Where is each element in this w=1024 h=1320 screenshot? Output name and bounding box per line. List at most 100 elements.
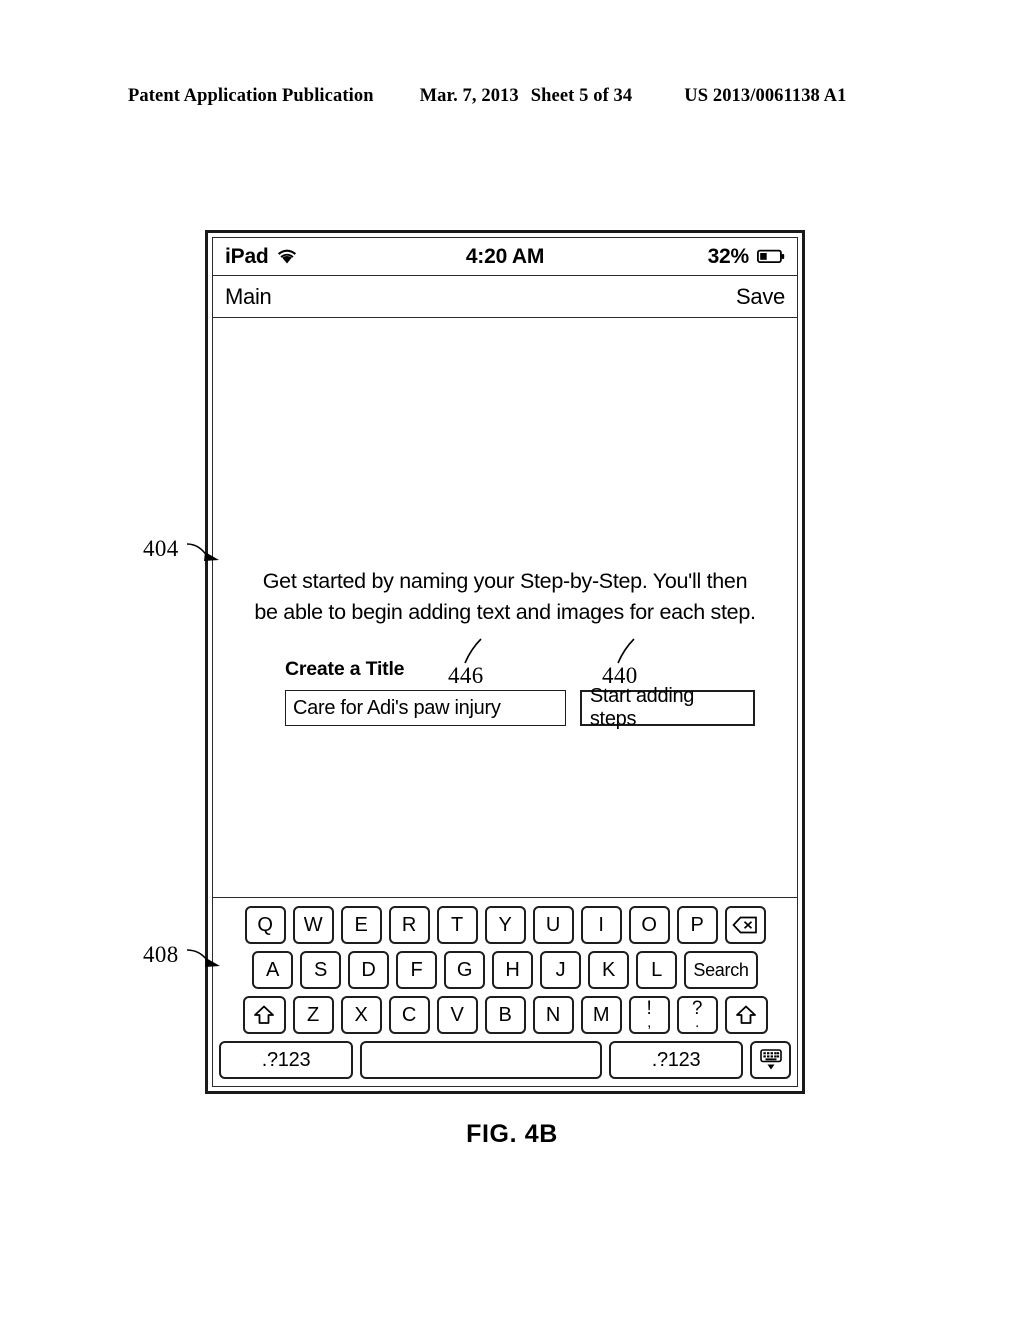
key-s-label: S	[313, 958, 328, 981]
key-y[interactable]: Y	[484, 906, 526, 944]
key-z[interactable]: Z	[292, 996, 334, 1034]
key-o-label: O	[641, 913, 657, 936]
key-space[interactable]	[360, 1041, 602, 1079]
key-e[interactable]: E	[340, 906, 382, 944]
key-search-label: Search	[693, 959, 749, 980]
key-m[interactable]: M	[580, 996, 622, 1034]
reference-numeral-446: 446	[448, 663, 484, 688]
key-y-label: Y	[498, 913, 512, 936]
key-q[interactable]: Q	[244, 906, 286, 944]
key-j-label: J	[555, 958, 566, 981]
key-u[interactable]: U	[532, 906, 574, 944]
key-r-label: R	[401, 913, 417, 936]
key-x-label: X	[354, 1003, 368, 1026]
reference-numeral-440: 440	[602, 663, 638, 688]
key-numeric-right[interactable]: .?123	[609, 1041, 743, 1079]
key-question-period-secondary: .	[695, 1013, 699, 1031]
key-exclamation-comma-secondary: ,	[647, 1013, 651, 1031]
key-question-period[interactable]: ?.	[676, 996, 718, 1034]
shift-icon-right[interactable]	[724, 996, 768, 1034]
patent-sheet-label: Sheet 5 of 34	[530, 86, 633, 106]
key-i[interactable]: I	[580, 906, 622, 944]
key-n-label: N	[545, 1003, 561, 1026]
patent-number-label: US 2013/0061138 A1	[684, 86, 847, 106]
battery-icon	[757, 249, 785, 264]
back-button-main[interactable]: Main	[225, 284, 272, 310]
key-c[interactable]: C	[388, 996, 430, 1034]
content-area: Get started by naming your Step-by-Step.…	[213, 318, 797, 898]
key-g[interactable]: G	[444, 951, 485, 989]
reference-numeral-408: 408	[143, 942, 179, 967]
battery-percent-label: 32%	[707, 244, 750, 268]
intro-instructions: Get started by naming your Step-by-Step.…	[213, 566, 797, 628]
key-t-label: T	[451, 913, 463, 936]
create-title-label: Create a Title	[285, 658, 405, 680]
keyboard-row-3: Z X C V B N M!,?.	[219, 996, 791, 1034]
key-numeric-right-label: .?123	[651, 1048, 701, 1071]
key-j[interactable]: J	[540, 951, 581, 989]
key-numeric-left-label: .?123	[261, 1048, 311, 1071]
key-u-label: U	[545, 913, 561, 936]
device-screen: iPad 4:20 AM 32% Main Save Get started b…	[212, 237, 798, 1087]
status-bar: iPad 4:20 AM 32%	[213, 238, 797, 276]
keyboard-row-2: A S D F G H J K L Search	[219, 951, 791, 989]
status-bar-left: iPad	[225, 245, 298, 269]
key-w[interactable]: W	[292, 906, 334, 944]
carrier-label: iPad	[225, 244, 269, 268]
key-r[interactable]: R	[388, 906, 430, 944]
key-e-label: E	[354, 913, 368, 936]
key-numeric-left[interactable]: .?123	[219, 1041, 353, 1079]
key-z-label: Z	[307, 1003, 319, 1026]
key-h-label: H	[505, 958, 520, 981]
start-adding-steps-label: Start adding steps	[589, 685, 695, 730]
key-o[interactable]: O	[628, 906, 670, 944]
figure-caption: FIG. 4B	[466, 1120, 558, 1148]
key-f[interactable]: F	[396, 951, 437, 989]
key-n[interactable]: N	[532, 996, 574, 1034]
wifi-icon	[276, 248, 298, 265]
key-s[interactable]: S	[300, 951, 341, 989]
status-bar-right: 32%	[708, 245, 785, 269]
key-b-label: B	[498, 1003, 512, 1026]
start-adding-steps-button[interactable]: Start adding steps	[579, 685, 755, 730]
key-v-label: V	[450, 1003, 464, 1026]
key-d[interactable]: D	[348, 951, 389, 989]
hide-keyboard-icon[interactable]	[750, 1041, 791, 1079]
key-w-label: W	[303, 913, 323, 936]
shift-icon-left[interactable]	[242, 996, 286, 1034]
key-t[interactable]: T	[436, 906, 478, 944]
patent-date-label: Mar. 7, 2013	[419, 86, 519, 106]
key-h[interactable]: H	[492, 951, 533, 989]
reference-numeral-404: 404	[143, 536, 179, 561]
key-exclamation-comma[interactable]: !,	[628, 996, 670, 1034]
key-k[interactable]: K	[588, 951, 629, 989]
key-l[interactable]: L	[636, 951, 677, 989]
backspace-icon[interactable]	[724, 906, 766, 944]
keyboard-row-1: Q W E R T Y UIOP	[219, 906, 791, 944]
navigation-bar: Main Save	[213, 276, 797, 318]
key-a-label: A	[265, 958, 280, 981]
ipad-device-frame: iPad 4:20 AM 32% Main Save Get started b…	[205, 230, 805, 1094]
key-l-label: L	[651, 958, 662, 981]
key-b[interactable]: B	[484, 996, 526, 1034]
intro-line-1: Get started by naming your Step-by-Step.…	[262, 569, 748, 593]
key-c-label: C	[401, 1003, 417, 1026]
key-a[interactable]: A	[252, 951, 293, 989]
key-g-label: G	[456, 958, 473, 981]
title-input-field[interactable]: Care for Adi's paw injury	[285, 690, 566, 726]
save-button[interactable]: Save	[736, 284, 785, 310]
keyboard-row-4: .?123 .?123	[219, 1041, 791, 1079]
patent-header: Patent Application Publication Mar. 7, 2…	[128, 86, 896, 107]
key-q-label: Q	[257, 913, 273, 936]
key-k-label: K	[601, 958, 616, 981]
key-m-label: M	[592, 1003, 610, 1026]
onscreen-keyboard[interactable]: Q W E R T Y U I O P A S D F G H J K L Search Z X C V B N M!,?. .…	[213, 898, 797, 1086]
patent-publication-label: Patent Application Publication	[128, 86, 374, 106]
key-search[interactable]: Search	[684, 951, 758, 989]
key-p[interactable]: P	[676, 906, 718, 944]
key-d-label: D	[361, 958, 376, 981]
key-v[interactable]: V	[436, 996, 478, 1034]
key-f-label: F	[410, 958, 423, 981]
key-x[interactable]: X	[340, 996, 382, 1034]
title-form-row: Care for Adi's paw injury Start adding s…	[285, 685, 755, 730]
